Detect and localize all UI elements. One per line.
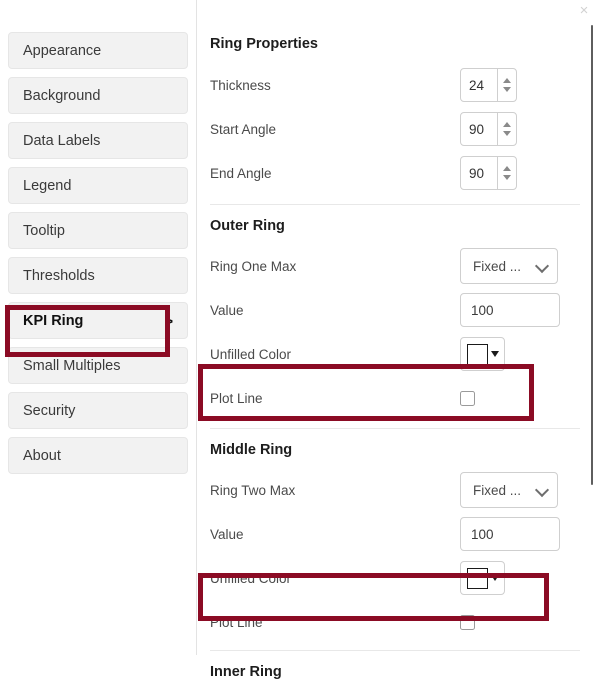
control-thickness: 24 bbox=[460, 68, 580, 102]
settings-panel: × Appearance Background Data Labels Lege… bbox=[0, 0, 601, 655]
arrow-down-icon[interactable] bbox=[503, 175, 511, 180]
control-outer-plot-line bbox=[460, 391, 580, 406]
chevron-right-icon: > bbox=[165, 313, 173, 329]
label-start-angle: Start Angle bbox=[210, 122, 460, 137]
section-heading-middle-ring: Middle Ring bbox=[210, 440, 580, 460]
sidebar-item-background[interactable]: Background bbox=[8, 77, 188, 114]
sidebar-item-security[interactable]: Security bbox=[8, 392, 188, 429]
end-angle-arrows[interactable] bbox=[497, 157, 516, 189]
control-ring-two-max: Fixed ... bbox=[460, 472, 580, 508]
sidebar-item-label: Legend bbox=[23, 178, 173, 194]
caret-down-icon[interactable] bbox=[491, 575, 499, 581]
row-middle-unfilled-color: Unfilled Color bbox=[210, 556, 580, 600]
label-middle-value: Value bbox=[210, 527, 460, 542]
end-angle-value[interactable]: 90 bbox=[461, 157, 497, 189]
control-start-angle: 90 bbox=[460, 112, 580, 146]
start-angle-value[interactable]: 90 bbox=[461, 113, 497, 145]
sidebar-item-appearance[interactable]: Appearance bbox=[8, 32, 188, 69]
middle-plot-line-checkbox[interactable] bbox=[460, 615, 475, 630]
arrow-down-icon[interactable] bbox=[503, 87, 511, 92]
sidebar-item-label: Tooltip bbox=[23, 223, 173, 239]
label-middle-plot-line: Plot Line bbox=[210, 615, 460, 630]
label-outer-value: Value bbox=[210, 303, 460, 318]
sidebar-item-label: About bbox=[23, 448, 173, 464]
arrow-up-icon[interactable] bbox=[503, 122, 511, 127]
section-heading-inner-ring: Inner Ring bbox=[210, 662, 580, 682]
scrollbar-thumb[interactable] bbox=[591, 25, 593, 485]
chevron-down-icon bbox=[537, 260, 549, 272]
outer-value-input[interactable]: 100 bbox=[460, 293, 560, 327]
sidebar-item-label: Appearance bbox=[23, 43, 173, 59]
control-middle-plot-line bbox=[460, 615, 580, 630]
sidebar-item-label: Security bbox=[23, 403, 173, 419]
label-thickness: Thickness bbox=[210, 78, 460, 93]
section-heading-ring-properties: Ring Properties bbox=[210, 34, 580, 54]
sidebar-item-label: KPI Ring bbox=[23, 313, 165, 329]
row-outer-value: Value 100 bbox=[210, 288, 580, 332]
sidebar-item-small-multiples[interactable]: Small Multiples bbox=[8, 347, 188, 384]
ring-two-max-select[interactable]: Fixed ... bbox=[460, 472, 558, 508]
sidebar-item-data-labels[interactable]: Data Labels bbox=[8, 122, 188, 159]
start-angle-arrows[interactable] bbox=[497, 113, 516, 145]
row-ring-one-max: Ring One Max Fixed ... bbox=[210, 244, 580, 288]
sidebar-item-label: Thresholds bbox=[23, 268, 173, 284]
outer-unfilled-color-picker[interactable] bbox=[460, 337, 505, 371]
color-swatch bbox=[467, 344, 488, 365]
control-ring-one-max: Fixed ... bbox=[460, 248, 580, 284]
row-middle-plot-line: Plot Line bbox=[210, 600, 580, 644]
color-swatch bbox=[467, 568, 488, 589]
control-end-angle: 90 bbox=[460, 156, 580, 190]
arrow-up-icon[interactable] bbox=[503, 166, 511, 171]
middle-value-input[interactable]: 100 bbox=[460, 517, 560, 551]
label-outer-plot-line: Plot Line bbox=[210, 391, 460, 406]
thickness-arrows[interactable] bbox=[497, 69, 516, 101]
control-middle-value: 100 bbox=[460, 517, 580, 551]
thickness-stepper[interactable]: 24 bbox=[460, 68, 517, 102]
arrow-down-icon[interactable] bbox=[503, 131, 511, 136]
control-outer-value: 100 bbox=[460, 293, 580, 327]
settings-sidebar: Appearance Background Data Labels Legend… bbox=[0, 0, 197, 655]
ring-one-max-value: Fixed ... bbox=[473, 259, 537, 274]
vertical-scrollbar[interactable] bbox=[588, 18, 598, 655]
sidebar-item-label: Small Multiples bbox=[23, 358, 173, 374]
caret-down-icon[interactable] bbox=[491, 351, 499, 357]
sidebar-item-kpi-ring[interactable]: KPI Ring > bbox=[8, 302, 188, 339]
sidebar-item-label: Background bbox=[23, 88, 173, 104]
sidebar-item-about[interactable]: About bbox=[8, 437, 188, 474]
control-middle-unfilled-color bbox=[460, 561, 580, 595]
sidebar-item-legend[interactable]: Legend bbox=[8, 167, 188, 204]
ring-two-max-value: Fixed ... bbox=[473, 483, 537, 498]
thickness-value[interactable]: 24 bbox=[461, 69, 497, 101]
label-outer-unfilled-color: Unfilled Color bbox=[210, 347, 460, 362]
chevron-down-icon bbox=[537, 484, 549, 496]
ring-one-max-select[interactable]: Fixed ... bbox=[460, 248, 558, 284]
arrow-up-icon[interactable] bbox=[503, 78, 511, 83]
row-outer-plot-line: Plot Line bbox=[210, 376, 580, 420]
end-angle-stepper[interactable]: 90 bbox=[460, 156, 517, 190]
label-middle-unfilled-color: Unfilled Color bbox=[210, 571, 460, 586]
row-ring-two-max: Ring Two Max Fixed ... bbox=[210, 468, 580, 512]
settings-content: Ring Properties Thickness 24 Start Angle… bbox=[198, 0, 594, 655]
section-heading-outer-ring: Outer Ring bbox=[210, 216, 580, 236]
middle-unfilled-color-picker[interactable] bbox=[460, 561, 505, 595]
row-start-angle: Start Angle 90 bbox=[210, 107, 580, 151]
label-ring-one-max: Ring One Max bbox=[210, 259, 460, 274]
sidebar-item-tooltip[interactable]: Tooltip bbox=[8, 212, 188, 249]
start-angle-stepper[interactable]: 90 bbox=[460, 112, 517, 146]
row-middle-value: Value 100 bbox=[210, 512, 580, 556]
label-ring-two-max: Ring Two Max bbox=[210, 483, 460, 498]
sidebar-item-label: Data Labels bbox=[23, 133, 173, 149]
row-outer-unfilled-color: Unfilled Color bbox=[210, 332, 580, 376]
row-thickness: Thickness 24 bbox=[210, 63, 580, 107]
row-end-angle: End Angle 90 bbox=[210, 151, 580, 195]
outer-plot-line-checkbox[interactable] bbox=[460, 391, 475, 406]
label-end-angle: End Angle bbox=[210, 166, 460, 181]
control-outer-unfilled-color bbox=[460, 337, 580, 371]
sidebar-item-thresholds[interactable]: Thresholds bbox=[8, 257, 188, 294]
